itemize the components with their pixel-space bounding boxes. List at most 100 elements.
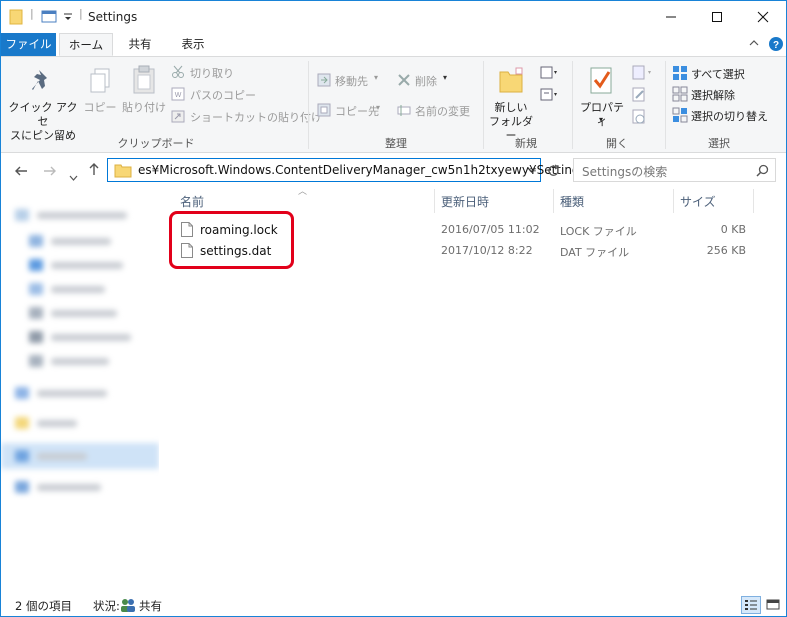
column-divider[interactable] bbox=[434, 189, 435, 213]
window-title: Settings bbox=[88, 10, 138, 24]
address-bar[interactable]: es¥Microsoft.Windows.ContentDeliveryMana… bbox=[107, 158, 586, 182]
collapse-ribbon-icon[interactable] bbox=[749, 39, 759, 47]
back-button[interactable] bbox=[14, 163, 28, 181]
column-header-date[interactable]: 更新日時 bbox=[441, 193, 489, 210]
file-type: DAT ファイル bbox=[560, 246, 630, 259]
navigation-pane[interactable] bbox=[1, 189, 159, 592]
address-row: es¥Microsoft.Windows.ContentDeliveryMana… bbox=[1, 153, 786, 189]
file-size: 0 KB bbox=[720, 223, 746, 236]
easy-access-icon[interactable] bbox=[539, 87, 559, 103]
separator: | bbox=[30, 7, 34, 20]
new-folder-icon bbox=[499, 67, 523, 93]
copy-path-button[interactable]: パスのコピー bbox=[190, 87, 256, 103]
status-bar: 2 個の項目 状況: 共有 bbox=[1, 593, 786, 616]
rename-button[interactable]: 名前の変更 bbox=[415, 103, 470, 119]
chevron-down-icon[interactable] bbox=[63, 13, 73, 21]
close-button[interactable] bbox=[740, 1, 786, 33]
clipboard-group-label: クリップボード bbox=[117, 137, 195, 150]
open-icon[interactable] bbox=[631, 65, 655, 81]
pin-quick-access-button[interactable]: クイック アクセ スにピン留め bbox=[7, 101, 79, 143]
open-group-label: 開く bbox=[606, 137, 628, 150]
copy-to-icon bbox=[317, 103, 331, 117]
tab-file[interactable]: ファイル bbox=[1, 33, 56, 56]
properties-icon bbox=[590, 67, 612, 94]
help-icon[interactable]: ? bbox=[768, 36, 784, 52]
pin-label-1: クイック アクセ bbox=[8, 101, 78, 128]
column-divider[interactable] bbox=[673, 189, 674, 213]
paste-icon bbox=[133, 65, 155, 94]
forward-button[interactable] bbox=[43, 163, 57, 181]
column-divider[interactable] bbox=[753, 189, 754, 213]
highlight-annotation bbox=[169, 211, 294, 269]
new-item-icon[interactable] bbox=[539, 65, 559, 81]
folder-icon bbox=[9, 9, 23, 25]
paste-button[interactable]: 貼り付け bbox=[119, 101, 169, 115]
move-to-button[interactable]: 移動先 bbox=[335, 73, 368, 89]
paste-shortcut-icon bbox=[171, 110, 185, 123]
file-date: 2017/10/12 8:22 bbox=[441, 244, 533, 257]
folder-icon bbox=[114, 164, 132, 178]
tab-home[interactable]: ホーム bbox=[59, 33, 113, 56]
search-input[interactable]: Settingsの検索 bbox=[573, 158, 776, 182]
file-date: 2016/07/05 11:02 bbox=[441, 223, 540, 236]
forward-arrow-icon bbox=[44, 166, 56, 176]
organize-group-label: 整理 bbox=[385, 137, 407, 150]
cut-button[interactable]: 切り取り bbox=[190, 65, 234, 81]
invert-selection-button[interactable]: 選択の切り替え bbox=[691, 108, 768, 124]
svg-text:?: ? bbox=[773, 40, 779, 51]
large-icons-view-button[interactable] bbox=[764, 596, 784, 614]
select-group-label: 選択 bbox=[708, 137, 730, 150]
copy-to-button[interactable]: コピー先 bbox=[335, 103, 379, 119]
paste-shortcut-button[interactable]: ショートカットの貼り付け bbox=[190, 109, 322, 125]
tab-share[interactable]: 共有 bbox=[118, 33, 162, 56]
column-header-name[interactable]: 名前 bbox=[180, 193, 204, 210]
edit-icon[interactable] bbox=[631, 87, 647, 103]
up-arrow-icon bbox=[89, 163, 99, 175]
refresh-icon[interactable] bbox=[547, 164, 561, 178]
column-header-type[interactable]: 種類 bbox=[560, 193, 584, 210]
state-label: 状況: bbox=[93, 599, 120, 613]
svg-text:W: W bbox=[175, 92, 182, 99]
divider bbox=[483, 61, 484, 149]
new-folder-label-1: 新しい bbox=[494, 101, 528, 114]
delete-button[interactable]: 削除 bbox=[415, 73, 437, 89]
search-placeholder: Settingsの検索 bbox=[582, 165, 668, 179]
copy-path-icon: W bbox=[171, 87, 185, 101]
shared-users-icon bbox=[121, 599, 135, 612]
ribbon-tabs: ファイル ホーム 共有 表示 ? bbox=[1, 33, 786, 56]
navigation-pane-blurred-content bbox=[1, 189, 159, 592]
chevron-down-icon[interactable] bbox=[527, 167, 536, 173]
column-header-size[interactable]: サイズ bbox=[680, 193, 716, 210]
search-icon bbox=[756, 164, 769, 177]
tab-view[interactable]: 表示 bbox=[171, 33, 215, 56]
sort-ascending-icon: ︿ bbox=[298, 187, 308, 197]
pin-label-2: スにピン留め bbox=[10, 129, 76, 142]
file-type: LOCK ファイル bbox=[560, 225, 637, 238]
scissors-icon bbox=[172, 65, 184, 78]
properties-quick-icon[interactable] bbox=[41, 9, 57, 23]
delete-icon bbox=[398, 74, 410, 86]
item-count: 2 個の項目 bbox=[15, 599, 72, 613]
history-icon[interactable] bbox=[631, 109, 647, 125]
maximize-icon bbox=[712, 12, 722, 22]
divider bbox=[308, 61, 309, 149]
maximize-button[interactable] bbox=[694, 1, 740, 33]
address-path: es¥Microsoft.Windows.ContentDeliveryMana… bbox=[138, 163, 586, 177]
state-value: 共有 bbox=[139, 599, 162, 613]
select-none-button[interactable]: 選択解除 bbox=[691, 87, 735, 103]
minimize-icon bbox=[666, 16, 676, 18]
copy-button[interactable]: コピー bbox=[81, 101, 119, 115]
column-divider[interactable] bbox=[553, 189, 554, 213]
chevron-down-icon bbox=[69, 175, 78, 181]
copy-icon bbox=[90, 68, 110, 93]
details-view-button[interactable] bbox=[741, 596, 761, 614]
select-all-button[interactable]: すべて選択 bbox=[691, 66, 745, 82]
up-button[interactable] bbox=[88, 162, 100, 180]
recent-locations-button[interactable] bbox=[69, 167, 78, 185]
close-icon bbox=[757, 11, 769, 23]
title-bar: | | Settings bbox=[1, 1, 786, 33]
select-all-icon bbox=[673, 66, 687, 80]
minimize-button[interactable] bbox=[648, 1, 694, 33]
chevron-down-icon: ▾ bbox=[443, 73, 448, 82]
divider bbox=[572, 61, 573, 149]
